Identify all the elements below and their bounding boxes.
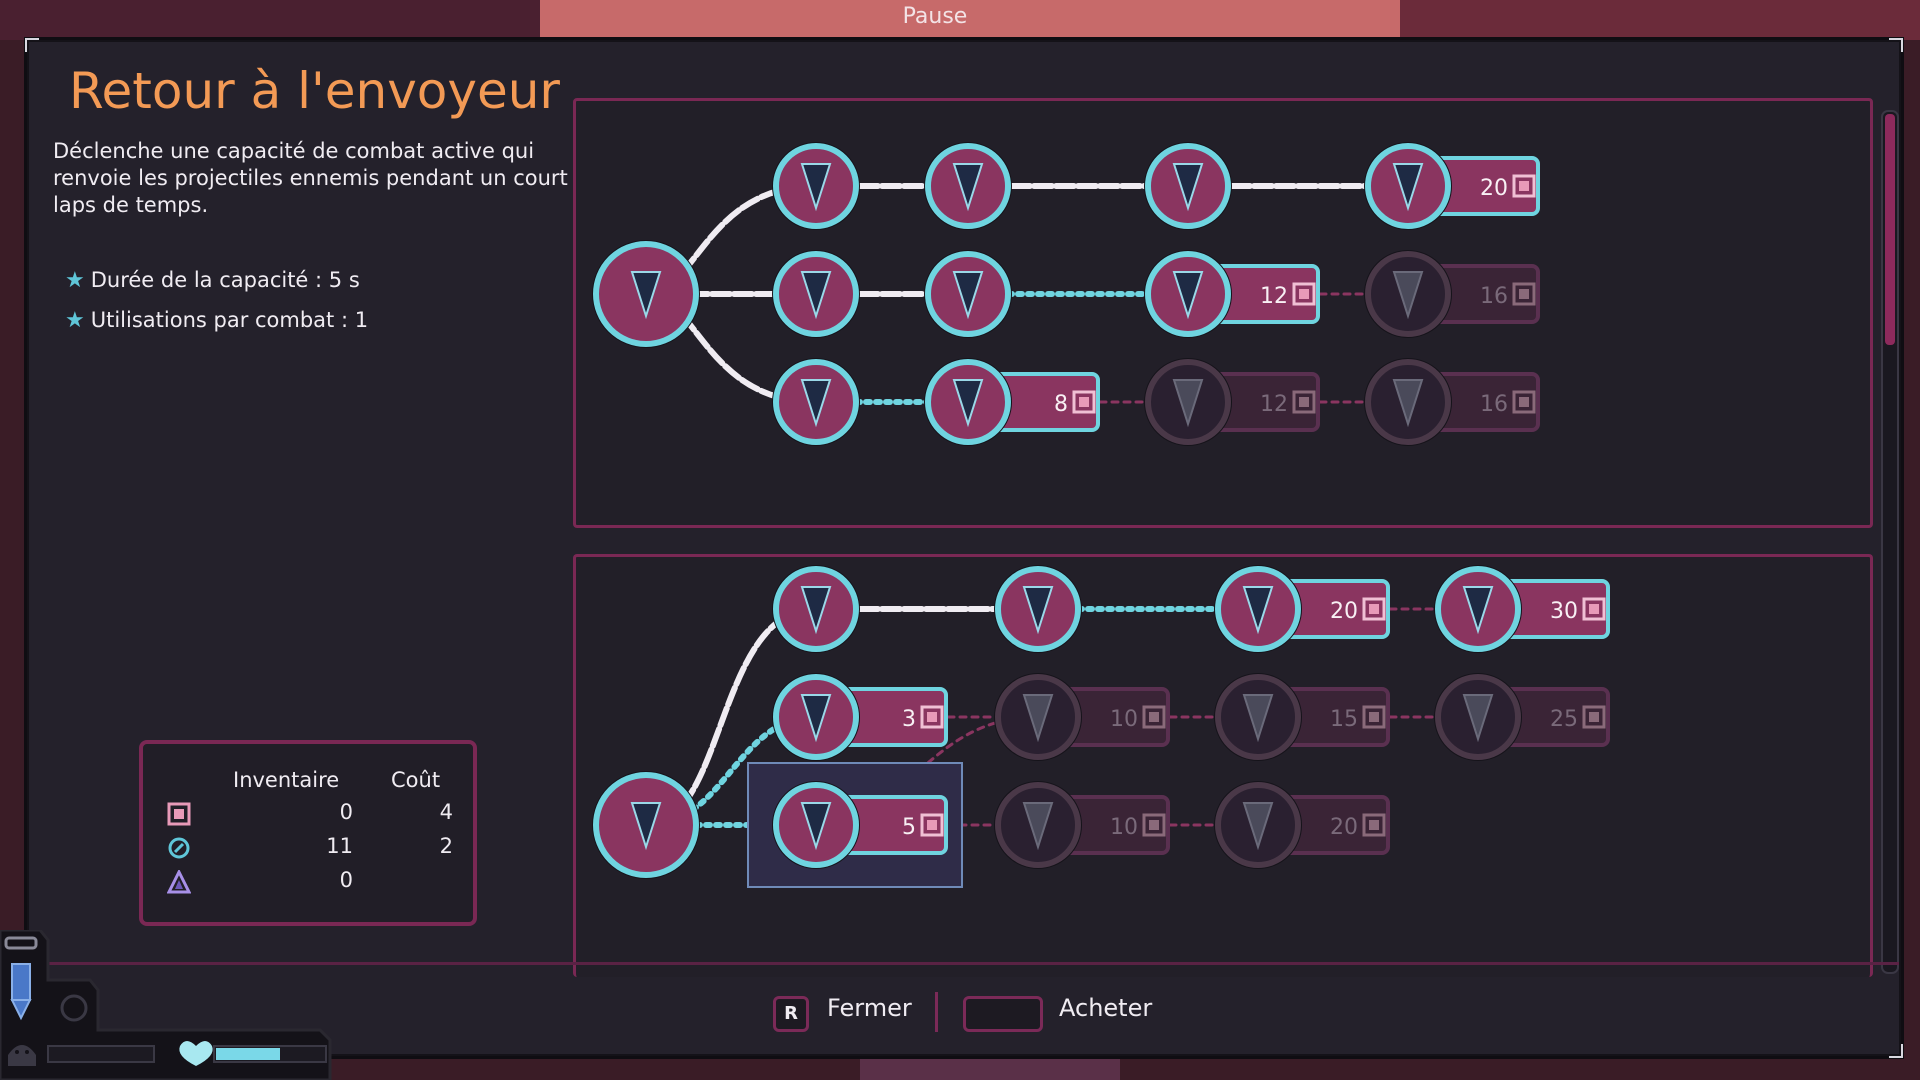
cost-value: 20 (1330, 815, 1358, 840)
inventory-header: Inventaire (233, 768, 340, 792)
cost-value: 10 (1110, 815, 1138, 840)
skill-node-upper-2-0[interactable] (772, 358, 860, 446)
cost-header: Coût (391, 768, 441, 792)
cost-compass-value: 2 (439, 834, 453, 858)
footer-separator (935, 992, 938, 1032)
buy-button[interactable]: Acheter (1059, 994, 1152, 1022)
cost-value: 15 (1330, 707, 1358, 732)
skill-node-lower-0-1[interactable] (994, 565, 1082, 653)
frame-corner (1889, 1044, 1903, 1058)
skill-node-lower-1-2[interactable]: 15 (1214, 673, 1390, 761)
square-currency-icon (167, 802, 191, 826)
skill-tree-modal: Retour à l'envoyeur Déclenche une capaci… (25, 38, 1903, 1058)
skill-tree-lower-graph: 20 30 3 10 15 25 5 10 20 (592, 565, 1610, 888)
skill-node-upper-2-2[interactable]: 12 (1144, 358, 1320, 446)
inventory-square-value: 0 (339, 800, 353, 824)
stat-uses-text: Utilisations par combat : 1 (90, 308, 369, 332)
inventory-triangle-value: 0 (339, 868, 353, 892)
pause-label: Pause (902, 4, 968, 29)
cost-value: 30 (1550, 599, 1578, 624)
scrollbar[interactable] (1881, 110, 1899, 974)
skill-node-lower-1-3[interactable]: 25 (1434, 673, 1610, 761)
skill-node-upper-1-3[interactable]: 16 (1364, 250, 1540, 338)
cost-value: 12 (1260, 392, 1288, 417)
stat-duration: ★ Durée de la capacité : 5 s (65, 268, 360, 293)
cost-value: 16 (1480, 284, 1508, 309)
skill-tree-upper-graph: 20 12 16 8 12 16 (592, 142, 1540, 446)
close-button[interactable]: Fermer (827, 994, 912, 1022)
cost-value: 8 (1054, 392, 1068, 417)
skill-node-lower-2-1[interactable]: 10 (994, 781, 1170, 869)
cost-square-value: 4 (439, 800, 453, 824)
cost-value: 10 (1110, 707, 1138, 732)
cost-value: 20 (1330, 599, 1358, 624)
scrollbar-thumb[interactable] (1885, 114, 1895, 346)
ability-description: Déclenche une capacité de combat active … (53, 139, 568, 217)
cost-value: 3 (902, 707, 916, 732)
triangle-currency-icon (167, 870, 191, 894)
skill-node-lower-1-0[interactable]: 3 (772, 673, 948, 761)
stat-uses: ★ Utilisations par combat : 1 (65, 308, 368, 333)
skill-node-lower-0-2[interactable]: 20 (1214, 565, 1390, 653)
star-icon: ★ (65, 308, 85, 333)
energy-bar (47, 1045, 155, 1063)
cost-value: 25 (1550, 707, 1578, 732)
buy-key-cap (963, 996, 1043, 1032)
cost-value: 12 (1260, 284, 1288, 309)
frame-corner (25, 38, 39, 52)
star-icon: ★ (65, 268, 85, 293)
skill-node-lower-2-2[interactable]: 20 (1214, 781, 1390, 869)
skill-node-lower-0-3[interactable]: 30 (1434, 565, 1610, 653)
skill-node-upper-0-3[interactable]: 20 (1364, 142, 1540, 230)
skill-node-upper-1-2[interactable]: 12 (1144, 250, 1320, 338)
skill-node-upper-0-1[interactable] (924, 142, 1012, 230)
compass-currency-icon (168, 837, 190, 859)
skill-node-upper-1-0[interactable] (772, 250, 860, 338)
skill-tree-upper: 20 12 16 8 12 16 (573, 98, 1873, 528)
skill-node-lower-1-1[interactable]: 10 (994, 673, 1170, 761)
stat-duration-text: Durée de la capacité : 5 s (90, 268, 360, 292)
frame-corner (1889, 38, 1903, 52)
skill-node-upper-0-2[interactable] (1144, 142, 1232, 230)
root-skill-node-lower[interactable] (592, 771, 700, 879)
cost-value: 5 (902, 815, 916, 840)
cost-value: 20 (1480, 176, 1508, 201)
skill-node-lower-0-0[interactable] (772, 565, 860, 653)
skill-node-lower-2-0[interactable]: 5 (747, 762, 963, 888)
health-bar-fill (216, 1048, 280, 1060)
close-key-cap: R (773, 996, 809, 1032)
player-hud (0, 930, 332, 1080)
skill-node-upper-2-3[interactable]: 16 (1364, 358, 1540, 446)
ability-title: Retour à l'envoyeur (69, 62, 560, 120)
inventory-panel: Inventaire Coût 0 4 11 2 0 (139, 740, 477, 926)
inventory-compass-value: 11 (326, 834, 353, 858)
root-skill-node[interactable] (592, 240, 700, 348)
skill-node-upper-0-0[interactable] (772, 142, 860, 230)
skill-tree-lower: 20 30 3 10 15 25 5 10 20 (573, 554, 1873, 977)
skill-node-upper-1-1[interactable] (924, 250, 1012, 338)
skill-node-upper-2-1[interactable]: 8 (924, 358, 1100, 446)
cost-value: 16 (1480, 392, 1508, 417)
